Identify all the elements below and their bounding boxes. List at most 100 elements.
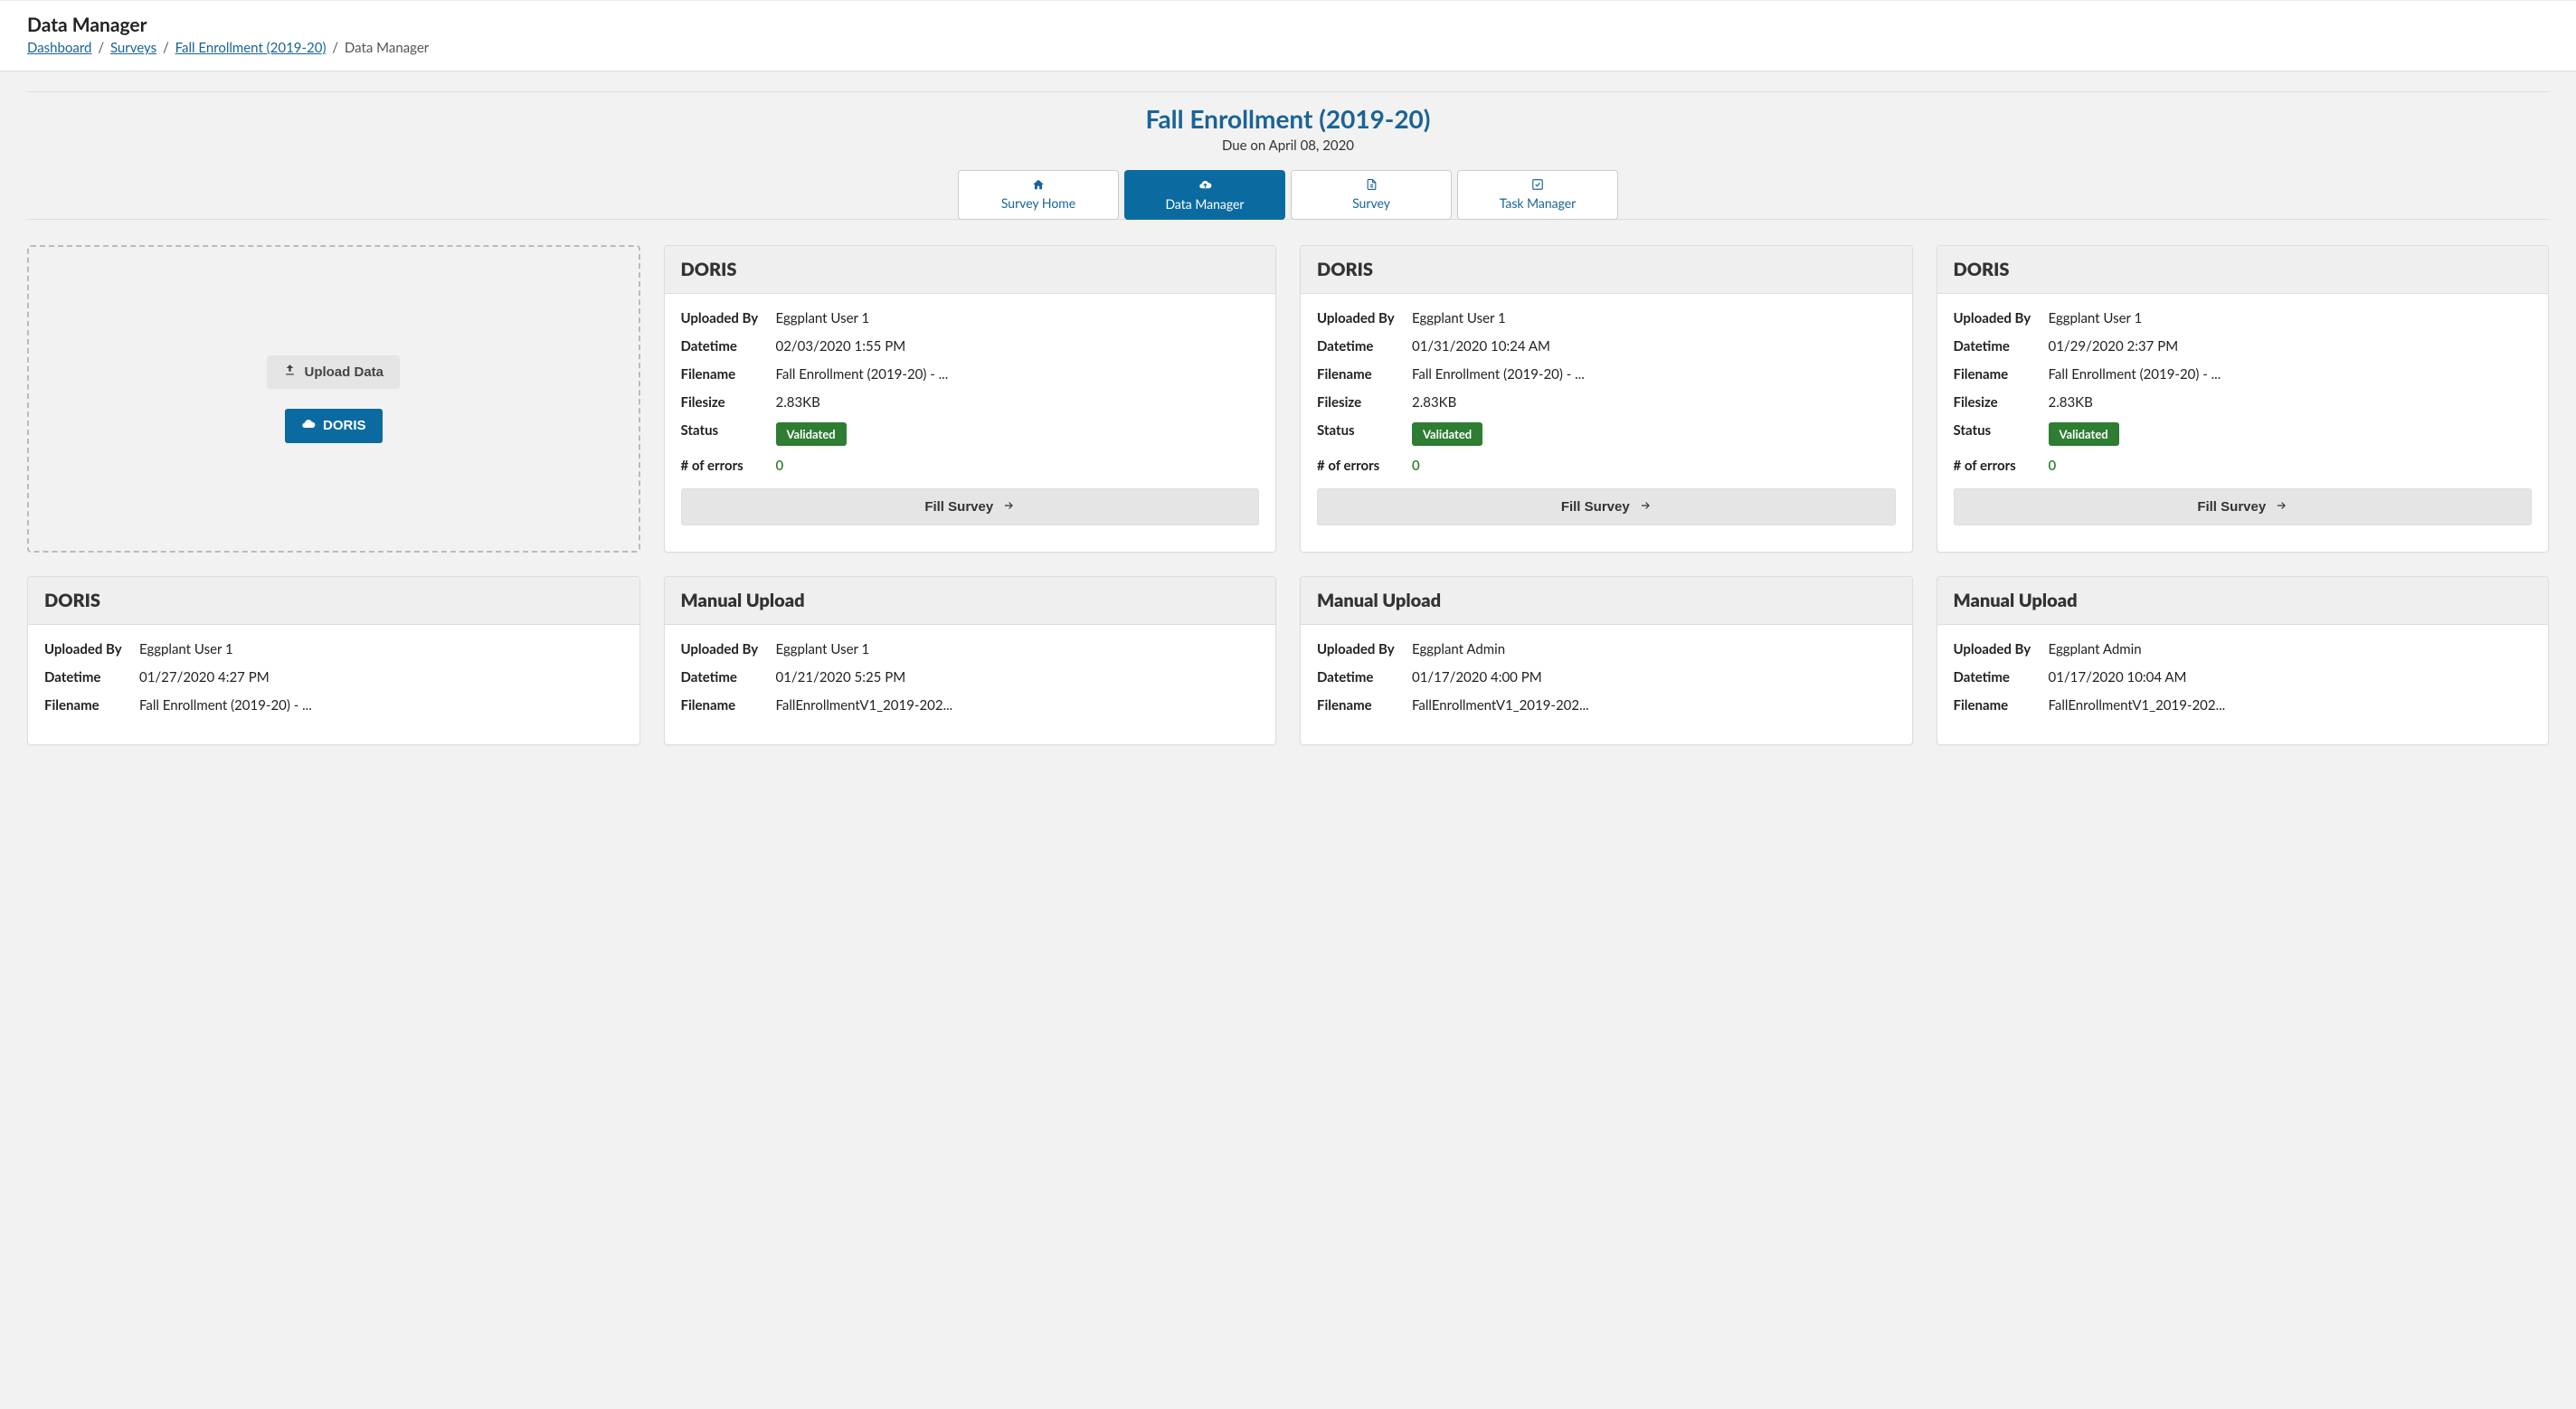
field-label: Filename xyxy=(44,697,139,714)
field-status: StatusValidated xyxy=(681,422,1260,446)
tab-label: Survey Home xyxy=(1001,195,1075,211)
upload-card: DORISUploaded ByEggplant User 1Datetime0… xyxy=(1300,245,1913,553)
doris-label: DORIS xyxy=(323,418,366,433)
field-label: Status xyxy=(1317,422,1412,446)
field-filename: FilenameFall Enrollment (2019-20) - ... xyxy=(681,366,1260,383)
field-value: 01/17/2020 4:00 PM xyxy=(1412,669,1896,686)
arrow-right-icon xyxy=(1002,499,1015,515)
field-label: Filename xyxy=(1317,697,1412,714)
fill-survey-label: Fill Survey xyxy=(2197,499,2266,515)
field-label: Filesize xyxy=(1954,394,2049,411)
upload-data-button[interactable]: Upload Data xyxy=(267,355,400,389)
tab-survey-home[interactable]: Survey Home xyxy=(958,170,1119,220)
field-label: Uploaded By xyxy=(1954,310,2049,326)
upload-card: DORISUploaded ByEggplant User 1Datetime0… xyxy=(27,576,640,745)
file-icon xyxy=(1301,178,1442,194)
card-body: Uploaded ByEggplant AdminDatetime01/17/2… xyxy=(1301,625,1912,744)
fill-survey-label: Fill Survey xyxy=(1561,499,1630,515)
home-icon xyxy=(968,178,1109,194)
field-label: Status xyxy=(681,422,776,446)
breadcrumb-dashboard[interactable]: Dashboard xyxy=(27,40,91,56)
field-label: Datetime xyxy=(44,669,139,686)
status-badge: Validated xyxy=(776,422,847,446)
card-grid: Upload DataDORISDORISUploaded ByEggplant… xyxy=(27,245,2549,745)
field-label: Filesize xyxy=(1317,394,1412,411)
survey-due: Due on April 08, 2020 xyxy=(27,137,2549,154)
field-value: Validated xyxy=(776,422,1260,446)
status-badge: Validated xyxy=(1412,422,1482,446)
card-title: DORIS xyxy=(28,577,639,625)
field-label: Filename xyxy=(681,366,776,383)
field-value: FallEnrollmentV1_2019-202... xyxy=(776,697,1260,714)
check-square-icon xyxy=(1467,178,1608,194)
field-value: Eggplant Admin xyxy=(2049,641,2533,657)
card-title: Manual Upload xyxy=(1301,577,1912,625)
doris-button[interactable]: DORIS xyxy=(285,409,383,443)
tab-survey[interactable]: Survey xyxy=(1291,170,1452,220)
field-value: 2.83KB xyxy=(1412,394,1896,411)
field-value: 01/29/2020 2:37 PM xyxy=(2049,338,2533,355)
field-value: 2.83KB xyxy=(776,394,1260,411)
breadcrumb-survey-name[interactable]: Fall Enrollment (2019-20) xyxy=(175,40,327,56)
field-filename: FilenameFallEnrollmentV1_2019-202... xyxy=(1954,697,2533,714)
arrow-right-icon xyxy=(2275,499,2287,515)
arrow-right-icon xyxy=(1639,499,1652,515)
fill-survey-button[interactable]: Fill Survey xyxy=(681,488,1260,525)
field-datetime: Datetime02/03/2020 1:55 PM xyxy=(681,338,1260,355)
field-label: Datetime xyxy=(1317,338,1412,355)
field-value: Eggplant User 1 xyxy=(2049,310,2533,326)
upload-dropzone[interactable]: Upload Data DORIS xyxy=(27,245,640,553)
field-label: Uploaded By xyxy=(1317,641,1412,657)
fill-survey-button[interactable]: Fill Survey xyxy=(1317,488,1896,525)
field-errors: # of errors0 xyxy=(1954,458,2533,474)
field-value: FallEnrollmentV1_2019-202... xyxy=(2049,697,2533,714)
card-body: Uploaded ByEggplant User 1Datetime01/21/… xyxy=(665,625,1276,744)
tab-task-manager[interactable]: Task Manager xyxy=(1457,170,1618,220)
field-value: Fall Enrollment (2019-20) - ... xyxy=(776,366,1260,383)
field-status: StatusValidated xyxy=(1954,422,2533,446)
field-label: # of errors xyxy=(681,458,776,474)
tab-label: Survey xyxy=(1352,195,1390,211)
field-value: 0 xyxy=(1412,458,1896,474)
field-value: Fall Enrollment (2019-20) - ... xyxy=(139,697,623,714)
tab-bar: Survey Home Data Manager Survey Task Manage… xyxy=(27,170,2549,220)
field-value: 01/31/2020 10:24 AM xyxy=(1412,338,1896,355)
field-label: # of errors xyxy=(1954,458,2049,474)
card-title: DORIS xyxy=(1301,246,1912,294)
upload-data-label: Upload Data xyxy=(304,364,384,380)
card-body: Uploaded ByEggplant AdminDatetime01/17/2… xyxy=(1937,625,2549,744)
field-filename: FilenameFallEnrollmentV1_2019-202... xyxy=(1317,697,1896,714)
tab-label: Task Manager xyxy=(1500,195,1577,211)
breadcrumb-sep: / xyxy=(163,40,169,56)
card-body: Uploaded ByEggplant User 1 Datetime01/31/… xyxy=(1301,294,1912,542)
page-title: Data Manager xyxy=(27,14,2549,36)
page-header: Data Manager Dashboard / Surveys / Fall … xyxy=(0,0,2576,71)
breadcrumb-surveys[interactable]: Surveys xyxy=(110,40,156,56)
field-uploadedBy: Uploaded ByEggplant User 1 xyxy=(681,310,1260,326)
field-label: Datetime xyxy=(681,338,776,355)
field-value: Eggplant User 1 xyxy=(776,310,1260,326)
field-filesize: Filesize2.83KB xyxy=(681,394,1260,411)
upload-card: DORISUploaded ByEggplant User 1Datetime0… xyxy=(1937,245,2550,553)
field-label: Datetime xyxy=(681,669,776,686)
field-uploadedBy: Uploaded ByEggplant User 1 xyxy=(1954,310,2533,326)
field-errors: # of errors0 xyxy=(681,458,1260,474)
field-label: Uploaded By xyxy=(681,641,776,657)
field-label: # of errors xyxy=(1317,458,1412,474)
upload-card: Manual UploadUploaded ByEggplant AdminDa… xyxy=(1300,576,1913,745)
field-value: FallEnrollmentV1_2019-202... xyxy=(1412,697,1896,714)
field-value: Validated xyxy=(1412,422,1896,446)
field-uploadedBy: Uploaded ByEggplant Admin xyxy=(1954,641,2533,657)
field-value: 01/27/2020 4:27 PM xyxy=(139,669,623,686)
field-filesize: Filesize2.83KB xyxy=(1954,394,2533,411)
fill-survey-button[interactable]: Fill Survey xyxy=(1954,488,2533,525)
field-value: 01/17/2020 10:04 AM xyxy=(2049,669,2533,686)
field-datetime: Datetime01/21/2020 5:25 PM xyxy=(681,669,1260,686)
status-badge: Validated xyxy=(2049,422,2119,446)
field-errors: # of errors0 xyxy=(1317,458,1896,474)
field-uploadedBy: Uploaded ByEggplant User 1 xyxy=(1317,310,1896,326)
field-label: Uploaded By xyxy=(44,641,139,657)
field-label: Uploaded By xyxy=(1954,641,2049,657)
tab-data-manager[interactable]: Data Manager xyxy=(1124,170,1285,220)
field-value: 01/21/2020 5:25 PM xyxy=(776,669,1260,686)
